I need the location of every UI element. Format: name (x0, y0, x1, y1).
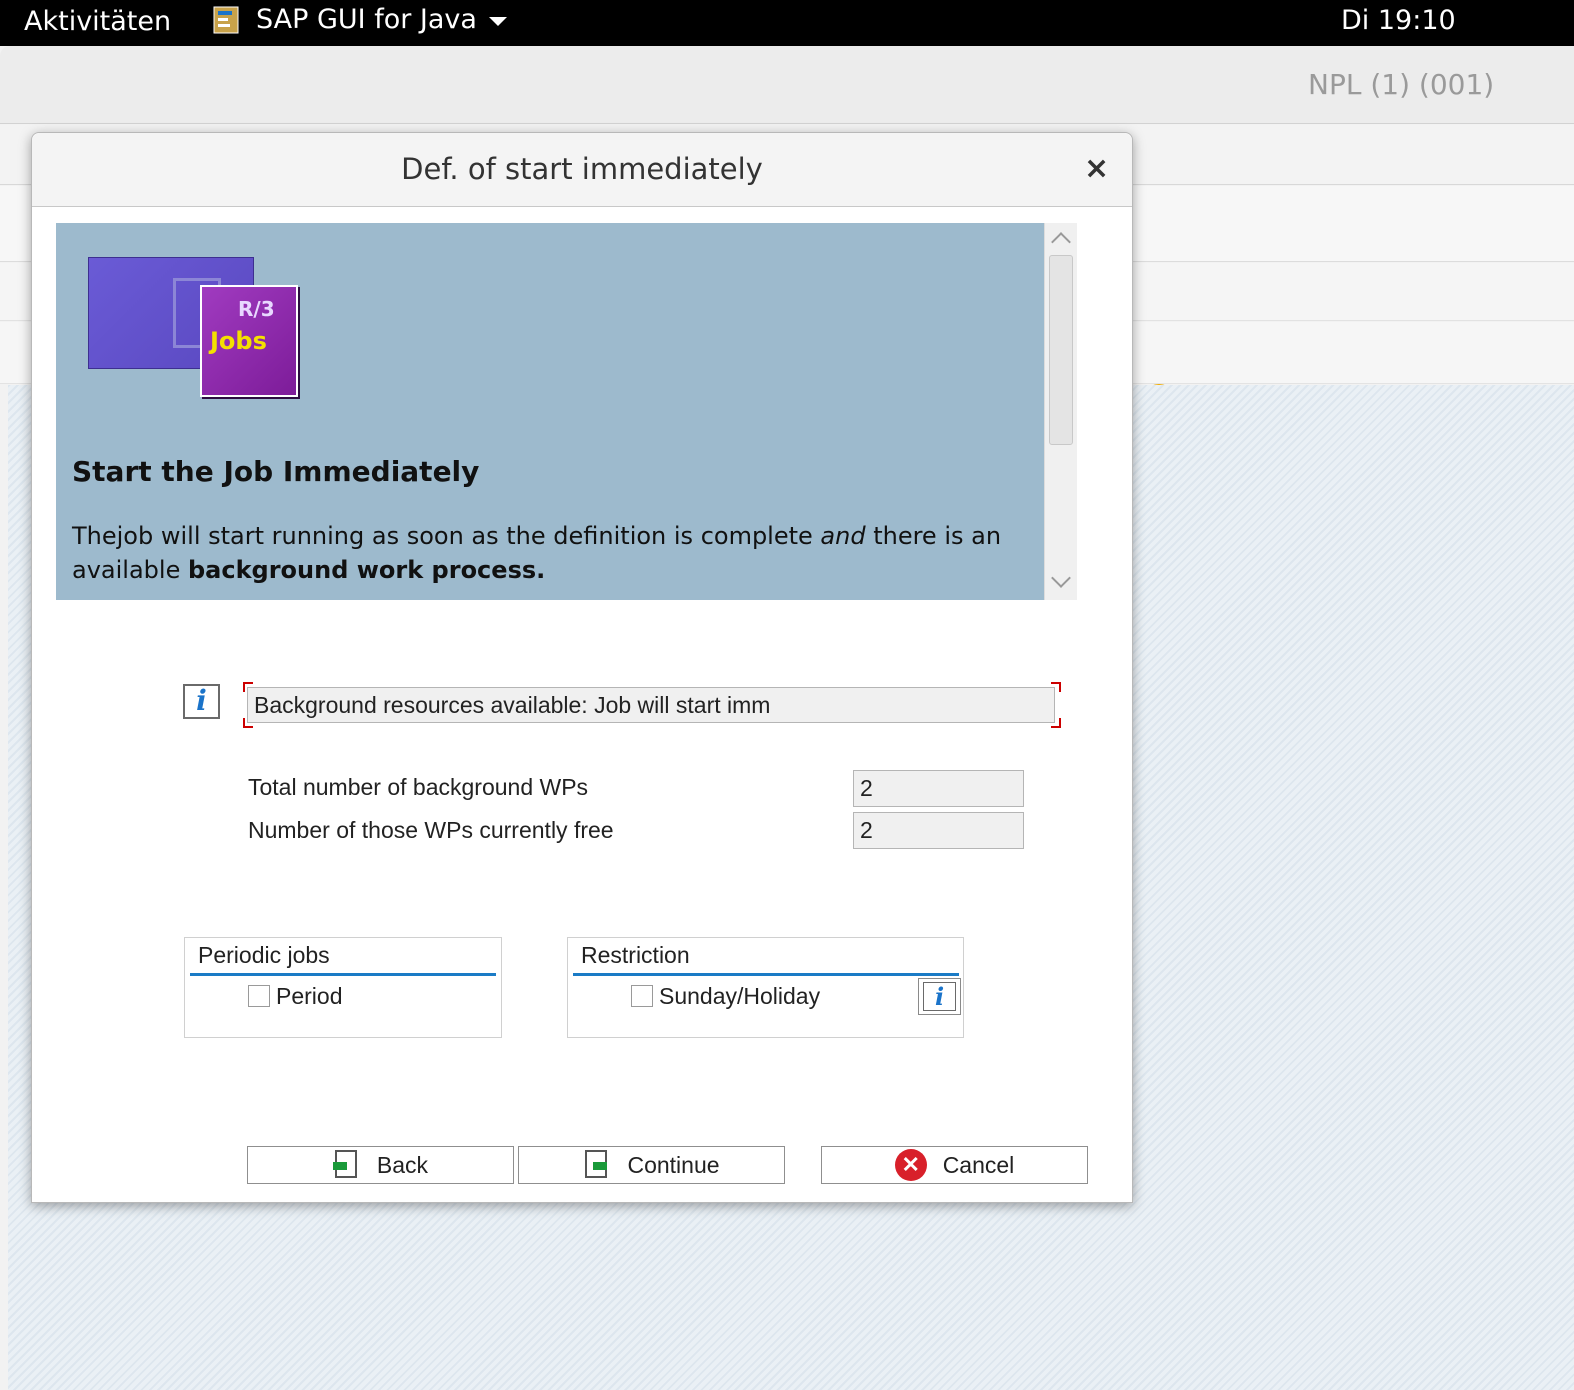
cancel-button[interactable]: ✕ Cancel (821, 1146, 1088, 1184)
total-wps-field: 2 (853, 770, 1024, 807)
chevron-down-icon (488, 17, 507, 26)
jobs-text: Jobs (210, 327, 267, 355)
continue-button[interactable]: Continue (518, 1146, 785, 1184)
back-icon (332, 1150, 361, 1180)
sap-app-icon (212, 5, 242, 35)
periodic-jobs-title: Periodic jobs (198, 942, 330, 968)
status-message-box: Background resources available: Job will… (243, 682, 1061, 728)
free-wps-field: 2 (853, 812, 1024, 849)
jobs-card: R/3 Jobs (200, 285, 298, 397)
info-heading: Start the Job Immediately (72, 455, 480, 488)
restriction-title: Restriction (581, 942, 690, 968)
desc-emphasis: and (820, 522, 866, 550)
periodic-jobs-group: Periodic jobs Period (184, 937, 502, 1038)
window-titlebar: NPL (1) (001) (0, 46, 1574, 124)
dialog-title: Def. of start immediately (401, 152, 763, 186)
info-icon: i (183, 684, 220, 719)
free-wps-label: Number of those WPs currently free (248, 817, 614, 843)
desc-text-1: Thejob will start running as soon as the… (72, 522, 821, 550)
start-immediately-dialog: Def. of start immediately × R/3 Jobs Sta… (31, 132, 1133, 1203)
clock[interactable]: Di 19:10 (1341, 5, 1456, 36)
desc-bold: background work process. (187, 556, 546, 584)
system-top-bar: Aktivitäten SAP GUI for Java Di 19:10 (0, 0, 1574, 46)
restriction-info-button[interactable]: i (918, 978, 961, 1015)
continue-label: Continue (627, 1151, 720, 1178)
group-divider (573, 973, 959, 976)
period-label[interactable]: Period (276, 983, 342, 1010)
info-description: Thejob will start running as soon as the… (72, 519, 1032, 587)
cancel-icon: ✕ (894, 1149, 927, 1181)
scroll-thumb[interactable] (1049, 255, 1073, 445)
scroll-up-icon[interactable] (1051, 232, 1071, 252)
back-button[interactable]: Back (247, 1146, 514, 1184)
close-icon[interactable]: × (1084, 151, 1109, 186)
app-name: SAP GUI for Java (256, 4, 477, 35)
back-label: Back (376, 1151, 429, 1178)
activities-label[interactable]: Aktivitäten (24, 6, 171, 37)
r3-jobs-image: R/3 Jobs (88, 257, 300, 399)
status-message: Background resources available: Job will… (247, 687, 1055, 723)
cancel-label: Cancel (942, 1151, 1015, 1178)
restriction-group: Restriction Sunday/Holiday i (567, 937, 964, 1038)
app-menu[interactable]: SAP GUI for Java (212, 4, 507, 35)
dialog-header: Def. of start immediately × (32, 133, 1132, 207)
info-scrollbar[interactable] (1044, 223, 1077, 600)
scroll-down-icon[interactable] (1051, 568, 1071, 588)
sunday-holiday-checkbox[interactable] (631, 985, 653, 1007)
period-checkbox[interactable] (248, 985, 270, 1007)
r3-text: R/3 (238, 297, 275, 321)
group-divider (190, 973, 496, 976)
info-icon: i (923, 982, 956, 1011)
system-indicator: NPL (1) (001) (1308, 68, 1495, 101)
total-wps-label: Total number of background WPs (248, 774, 589, 800)
info-panel: R/3 Jobs Start the Job Immediately Thejo… (56, 223, 1044, 600)
sunday-holiday-label[interactable]: Sunday/Holiday (659, 983, 820, 1010)
continue-icon (583, 1150, 611, 1180)
